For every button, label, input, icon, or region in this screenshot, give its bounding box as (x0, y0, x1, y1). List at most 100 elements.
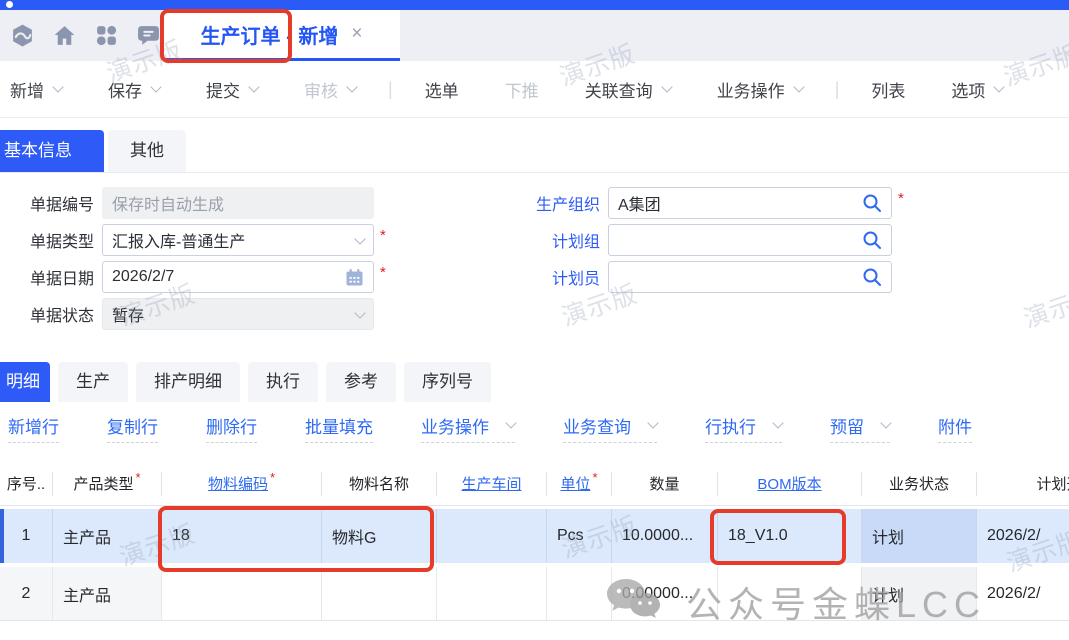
kingdee-logo-icon[interactable] (10, 23, 35, 48)
doc-no-field: 保存时自动生成 (102, 187, 374, 219)
cell-bom-version[interactable]: 18_V1.0 (718, 509, 862, 563)
cell-workshop[interactable] (437, 567, 547, 620)
tab-detail[interactable]: 明细 (0, 362, 50, 402)
save-button[interactable]: 保存 (108, 77, 160, 102)
grid-business-operation-link[interactable]: 业务操作 (421, 413, 515, 443)
calendar-icon[interactable] (345, 268, 364, 287)
cell-unit[interactable]: Pcs (547, 509, 612, 563)
tab-serial-number[interactable]: 序列号 (404, 362, 491, 402)
home-icon[interactable] (52, 23, 77, 48)
plan-group-lookup[interactable] (608, 224, 892, 256)
doc-type-select[interactable]: 汇报入库-普通生产 (102, 224, 374, 256)
table-row[interactable]: 2 主产品 0.00000... 计划 2026/2/ (0, 567, 1069, 621)
required-star: * (270, 472, 275, 486)
cell-material-code[interactable]: 18 (162, 509, 322, 563)
chevron-down-icon[interactable] (661, 81, 672, 92)
col-bom-version[interactable]: BOM版本 (718, 472, 862, 496)
reserve-link[interactable]: 预留 (830, 413, 890, 443)
prod-org-lookup[interactable]: A集团 (608, 187, 892, 219)
plan-group-label[interactable]: 计划组 (504, 228, 608, 252)
cell-qty[interactable]: 0.00000... (612, 567, 718, 620)
message-icon[interactable] (136, 23, 161, 48)
chevron-down-icon[interactable] (793, 81, 804, 92)
attachment-link[interactable]: 附件 (938, 413, 972, 443)
tab-schedule-detail[interactable]: 排产明细 (136, 362, 240, 402)
grid-business-query-link[interactable]: 业务查询 (563, 413, 657, 443)
tab-title: 生产订单 - 新增 (201, 20, 339, 49)
cell-qty[interactable]: 10.0000... (612, 509, 718, 563)
cell-unit[interactable] (547, 567, 612, 620)
close-icon[interactable]: × (351, 23, 362, 45)
col-seq[interactable]: 序号.. (0, 472, 53, 496)
search-icon[interactable] (862, 230, 882, 250)
material-detail-grid: 序号.. 产品类型* 物料编码* 物料名称 生产车间 单位* 数量 BOM版本 … (0, 462, 1069, 621)
col-plan-start[interactable]: 计划开 (977, 472, 1069, 496)
col-product-type[interactable]: 产品类型* (53, 472, 162, 496)
chevron-down-icon[interactable] (772, 417, 783, 428)
col-qty[interactable]: 数量 (612, 472, 718, 496)
cell-product-type[interactable]: 主产品 (53, 567, 162, 620)
cell-plan-start[interactable]: 2026/2/ (977, 567, 1069, 620)
business-operation-button[interactable]: 业务操作 (717, 77, 803, 102)
chevron-down-icon (354, 307, 365, 318)
chevron-down-icon[interactable] (150, 81, 161, 92)
chevron-down-icon[interactable] (505, 417, 516, 428)
col-material-code[interactable]: 物料编码* (162, 472, 322, 496)
required-star: * (898, 190, 904, 207)
chevron-down-icon[interactable] (354, 233, 365, 244)
tab-production[interactable]: 生产 (58, 362, 128, 402)
toolbar-separator: | (388, 79, 393, 100)
doc-date-field[interactable]: 2026/2/7 (102, 261, 374, 293)
table-row[interactable]: 1 主产品 18 物料G Pcs 10.0000... 18_V1.0 计划 2… (0, 509, 1069, 563)
planner-lookup[interactable] (608, 261, 892, 293)
search-icon[interactable] (862, 267, 882, 287)
cell-material-name[interactable] (322, 567, 437, 620)
col-biz-status[interactable]: 业务状态 (862, 472, 977, 496)
doc-date-label: 单据日期 (6, 265, 102, 289)
toolbar-separator: | (835, 79, 840, 100)
col-unit[interactable]: 单位* (547, 472, 612, 496)
col-material-name[interactable]: 物料名称 (322, 472, 437, 496)
chevron-down-icon[interactable] (647, 417, 658, 428)
tab-reference[interactable]: 参考 (326, 362, 396, 402)
cell-plan-start[interactable]: 2026/2/ (977, 509, 1069, 563)
cell-biz-status: 计划 (862, 567, 977, 620)
cell-product-type[interactable]: 主产品 (53, 509, 162, 563)
cell-workshop[interactable] (437, 509, 547, 563)
cell-material-code[interactable] (162, 567, 322, 620)
cell-seq[interactable]: 2 (0, 567, 53, 620)
tab-execute[interactable]: 执行 (248, 362, 318, 402)
related-query-button[interactable]: 关联查询 (585, 77, 671, 102)
tab-basic-info[interactable]: 基本信息 (0, 130, 104, 172)
basic-info-form: 单据编号 保存时自动生成 单据类型 汇报入库-普通生产 * 单据日期 2026/… (0, 174, 1069, 360)
delete-row-link[interactable]: 删除行 (206, 413, 257, 443)
pick-order-button[interactable]: 选单 (425, 77, 459, 102)
copy-row-link[interactable]: 复制行 (107, 413, 158, 443)
batch-fill-link[interactable]: 批量填充 (305, 413, 373, 443)
planner-label[interactable]: 计划员 (504, 265, 608, 289)
chevron-down-icon (346, 81, 357, 92)
cell-bom-version[interactable] (718, 567, 862, 620)
apps-grid-icon[interactable] (94, 23, 119, 48)
document-tab-bar: 生产订单 - 新增 × (0, 10, 1069, 61)
search-icon[interactable] (862, 193, 882, 213)
chevron-down-icon[interactable] (52, 81, 63, 92)
submit-button[interactable]: 提交 (206, 77, 258, 102)
add-row-link[interactable]: 新增行 (8, 413, 59, 443)
chevron-down-icon[interactable] (994, 81, 1005, 92)
new-button[interactable]: 新增 (10, 77, 62, 102)
chevron-down-icon[interactable] (248, 81, 259, 92)
top-title-strip (0, 0, 1069, 10)
required-star: * (135, 472, 140, 486)
cell-material-name[interactable]: 物料G (322, 509, 437, 563)
tab-production-order-new[interactable]: 生产订单 - 新增 × (163, 10, 400, 61)
cell-seq[interactable]: 1 (0, 509, 53, 563)
chevron-down-icon[interactable] (880, 417, 891, 428)
options-button[interactable]: 选项 (951, 77, 1003, 102)
prod-org-label[interactable]: 生产组织 (504, 191, 608, 215)
doc-status-select: 暂存 (102, 298, 374, 330)
col-workshop[interactable]: 生产车间 (437, 472, 547, 496)
row-execute-link[interactable]: 行执行 (705, 413, 782, 443)
tab-other[interactable]: 其他 (108, 130, 186, 172)
list-button[interactable]: 列表 (871, 77, 905, 102)
